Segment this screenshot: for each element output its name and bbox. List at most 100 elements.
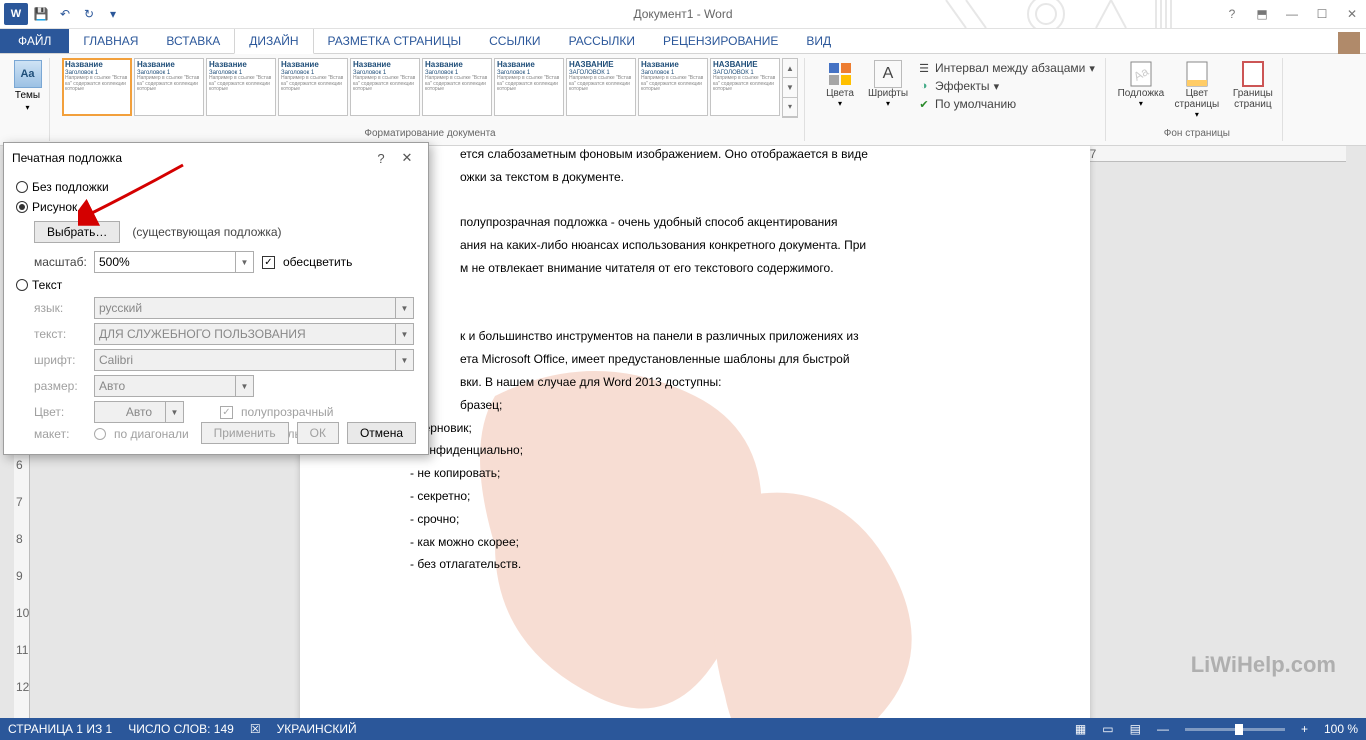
tab-insert[interactable]: ВСТАВКА <box>152 29 234 53</box>
scale-label: масштаб: <box>34 255 86 269</box>
tab-review[interactable]: РЕЦЕНЗИРОВАНИЕ <box>649 29 792 53</box>
paragraph-spacing-button[interactable]: ☰Интервал между абзацами ▾ <box>913 60 1099 76</box>
style-preset[interactable]: НазваниеЗаголовок 1Например в ссылке "Вс… <box>278 58 348 116</box>
tab-layout[interactable]: РАЗМЕТКА СТРАНИЦЫ <box>314 29 476 53</box>
title-bar: W 💾 ↶ ↻ ▾ Документ1 - Word ? ⬒ — ☐ ✕ <box>0 0 1366 29</box>
undo-button[interactable]: ↶ <box>54 3 76 25</box>
picture-watermark-radio[interactable]: Рисунок <box>16 197 416 217</box>
text-field-label: текст: <box>34 327 86 341</box>
language-label: язык: <box>34 301 86 315</box>
layout-label: макет: <box>34 427 86 441</box>
tab-references[interactable]: ССЫЛКИ <box>475 29 554 53</box>
zoom-level[interactable]: 100 % <box>1324 722 1358 736</box>
save-button[interactable]: 💾 <box>30 3 52 25</box>
color-value: Авто <box>126 405 152 419</box>
watermark-button[interactable]: Aa Подложка▾ <box>1118 58 1164 119</box>
user-avatar[interactable] <box>1338 32 1360 54</box>
borders-icon <box>1239 60 1267 88</box>
dialog-titlebar[interactable]: Печатная подложка ? ✕ <box>4 143 428 173</box>
zoom-out-button[interactable]: — <box>1157 722 1169 736</box>
scale-select[interactable]: 500%▼ <box>94 251 254 273</box>
minimize-button[interactable]: — <box>1280 4 1304 24</box>
word-count[interactable]: ЧИСЛО СЛОВ: 149 <box>128 722 234 736</box>
close-button[interactable]: ✕ <box>1340 4 1364 24</box>
watermark-icon: Aa <box>1127 60 1155 88</box>
status-bar: СТРАНИЦА 1 ИЗ 1 ЧИСЛО СЛОВ: 149 ☒ УКРАИН… <box>0 718 1366 740</box>
style-preset[interactable]: НазваниеЗаголовок 1Например в ссылке "Вс… <box>422 58 492 116</box>
effects-button[interactable]: ◑Эффекты ▾ <box>913 78 1099 94</box>
doc-line: ания на каких-либо нюансах использования… <box>460 238 866 252</box>
watermark-label: Подложка <box>1118 88 1165 99</box>
doc-line: вки. В нашем случае для Word 2013 доступ… <box>460 375 722 389</box>
tab-mailings[interactable]: РАССЫЛКИ <box>555 29 649 53</box>
font-select: Calibri▼ <box>94 349 414 371</box>
dialog-close-button[interactable]: ✕ <box>394 150 420 166</box>
page-borders-button[interactable]: Границы страниц <box>1230 58 1276 119</box>
tab-home[interactable]: ГЛАВНАЯ <box>69 29 152 53</box>
gallery-down-button[interactable]: ▼ <box>783 78 797 97</box>
zoom-slider[interactable] <box>1185 728 1285 731</box>
borders-label: Границы страниц <box>1230 88 1276 110</box>
proofing-icon[interactable]: ☒ <box>250 722 261 736</box>
radio-icon <box>16 181 28 193</box>
scale-value: 500% <box>99 255 130 269</box>
doc-line: полупрозрачная подложка - очень удобный … <box>460 215 837 229</box>
font-value: Calibri <box>99 353 133 367</box>
gallery-up-button[interactable]: ▲ <box>783 59 797 78</box>
help-button[interactable]: ? <box>1220 4 1244 24</box>
view-read-mode[interactable]: ▭ <box>1102 722 1113 736</box>
doc-list-item: - без отлагательств. <box>410 557 521 571</box>
existing-watermark-label: (существующая подложка) <box>132 225 281 239</box>
tab-view[interactable]: ВИД <box>792 29 845 53</box>
cancel-button[interactable]: Отмена <box>347 422 416 444</box>
style-preset[interactable]: НазваниеЗаголовок 1Например в ссылке "Вс… <box>638 58 708 116</box>
qat-customize-button[interactable]: ▾ <box>102 3 124 25</box>
page-status[interactable]: СТРАНИЦА 1 ИЗ 1 <box>8 722 112 736</box>
fonts-button[interactable]: A Шрифты▾ <box>865 58 911 112</box>
set-default-button[interactable]: ✔По умолчанию <box>913 96 1099 112</box>
ok-button[interactable]: ОК <box>297 422 339 444</box>
style-preset[interactable]: НАЗВАНИЕЗАГОЛОВОК 1Например в ссылке "Вс… <box>710 58 780 116</box>
style-preset[interactable]: НазваниеЗаголовок 1Например в ссылке "Вс… <box>494 58 564 116</box>
page-color-button[interactable]: Цвет страницы▾ <box>1174 58 1220 119</box>
text-watermark-radio[interactable]: Текст <box>16 275 416 295</box>
tab-design[interactable]: ДИЗАЙН <box>234 28 313 54</box>
themes-label: Темы <box>15 90 40 101</box>
window-title: Документ1 - Word <box>633 7 732 21</box>
style-gallery[interactable]: НазваниеЗаголовок 1Например в ссылке "Вс… <box>62 58 780 118</box>
semitransparent-label: полупрозрачный <box>241 405 333 419</box>
themes-button[interactable]: Темы ▾ <box>12 58 44 114</box>
apply-button[interactable]: Применить <box>201 422 289 444</box>
view-web-layout[interactable]: ▤ <box>1130 722 1141 736</box>
spacing-icon: ☰ <box>917 61 931 75</box>
language-status[interactable]: УКРАИНСКИЙ <box>277 722 357 736</box>
dialog-help-button[interactable]: ? <box>368 151 394 166</box>
colors-button[interactable]: Цвета▾ <box>817 58 863 112</box>
text-value: ДЛЯ СЛУЖЕБНОГО ПОЛЬЗОВАНИЯ <box>99 327 306 341</box>
view-print-layout[interactable]: ▦ <box>1075 722 1086 736</box>
gallery-more-button[interactable]: ▾ <box>783 98 797 117</box>
page-bg-group-label: Фон страницы <box>1164 128 1230 141</box>
style-preset[interactable]: НазваниеЗаголовок 1Например в ссылке "Вс… <box>350 58 420 116</box>
maximize-button[interactable]: ☐ <box>1310 4 1334 24</box>
ribbon-options-button[interactable]: ⬒ <box>1250 4 1274 24</box>
size-label: размер: <box>34 379 86 393</box>
default-label: По умолчанию <box>935 97 1016 111</box>
language-select: русский▼ <box>94 297 414 319</box>
select-picture-button[interactable]: Выбрать… <box>34 221 120 243</box>
doc-line: к и большинство инструментов на панели в… <box>460 329 859 343</box>
dialog-title: Печатная подложка <box>12 151 122 165</box>
quick-access-toolbar: W 💾 ↶ ↻ ▾ <box>0 3 124 25</box>
no-watermark-label: Без подложки <box>32 180 109 194</box>
washout-checkbox[interactable]: ✓ <box>262 256 275 269</box>
no-watermark-radio[interactable]: Без подложки <box>16 177 416 197</box>
style-preset[interactable]: НАЗВАНИЕЗАГОЛОВОК 1Например в ссылке "Вс… <box>566 58 636 116</box>
style-preset[interactable]: НазваниеЗаголовок 1Например в ссылке "Вс… <box>134 58 204 116</box>
style-preset[interactable]: НазваниеЗаголовок 1Например в ссылке "Вс… <box>206 58 276 116</box>
redo-button[interactable]: ↻ <box>78 3 100 25</box>
printed-watermark-dialog: Печатная подложка ? ✕ Без подложки Рисун… <box>3 142 429 455</box>
style-preset[interactable]: НазваниеЗаголовок 1Например в ссылке "Вс… <box>62 58 132 116</box>
doc-list-item: - не копировать; <box>410 466 500 480</box>
zoom-in-button[interactable]: + <box>1301 722 1308 736</box>
tab-file[interactable]: ФАЙЛ <box>0 29 69 53</box>
